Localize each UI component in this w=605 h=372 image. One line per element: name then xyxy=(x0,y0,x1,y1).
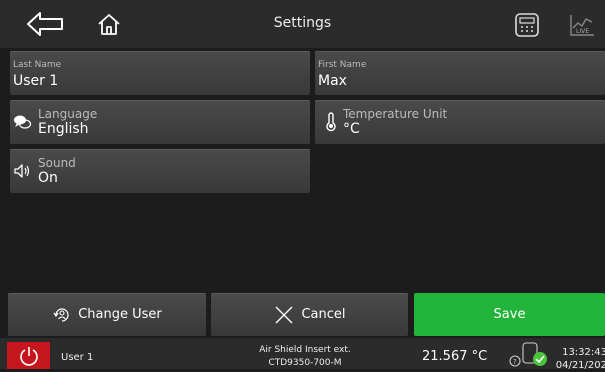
language-value: English xyxy=(38,121,89,137)
svg-text:?: ? xyxy=(513,358,517,366)
power-button[interactable] xyxy=(7,342,50,369)
thermometer-icon xyxy=(326,112,336,132)
date: 04/21/202 xyxy=(555,360,605,371)
device-name: Air Shield Insert ext. xyxy=(259,345,351,355)
calculator-icon[interactable] xyxy=(514,12,540,38)
device-info: Air Shield Insert ext. CTD9350-700-M xyxy=(230,344,380,370)
temperature-unit-label: Temperature Unit xyxy=(343,107,448,121)
change-user-label: Change User xyxy=(78,307,162,322)
device-model: CTD9350-700-M xyxy=(268,358,342,368)
top-bar: Settings LIVE xyxy=(0,0,605,48)
live-chart-icon[interactable]: LIVE xyxy=(568,12,596,38)
language-label: Language xyxy=(38,107,98,121)
change-user-button[interactable]: Change User xyxy=(8,293,206,336)
power-icon xyxy=(20,347,38,366)
sound-value: On xyxy=(38,170,58,186)
last-name-label: Last Name xyxy=(13,60,62,70)
temperature-readout: 21.567 °C xyxy=(422,349,488,364)
first-name-value: Max xyxy=(318,73,347,89)
temperature-unit-field[interactable]: Temperature Unit °C xyxy=(315,100,605,144)
save-label: Save xyxy=(493,307,526,322)
device-status-icon: ? xyxy=(509,342,547,367)
first-name-label: First Name xyxy=(318,60,367,70)
current-user: User 1 xyxy=(61,352,94,363)
last-name-value: User 1 xyxy=(13,73,59,89)
language-field[interactable]: Language English xyxy=(10,100,310,144)
language-icon xyxy=(14,115,32,129)
cancel-button[interactable]: Cancel xyxy=(211,293,408,336)
temperature-unit-value: °C xyxy=(343,121,360,137)
sound-field[interactable]: Sound On xyxy=(10,149,310,193)
save-button[interactable]: Save xyxy=(414,293,605,336)
last-name-field[interactable]: Last Name User 1 xyxy=(10,51,310,95)
sound-label: Sound xyxy=(38,156,76,170)
first-name-field[interactable]: First Name Max xyxy=(315,51,605,95)
change-user-icon xyxy=(53,307,69,322)
speaker-icon xyxy=(14,164,30,178)
live-label: LIVE xyxy=(576,28,589,35)
time: 13:32:43 xyxy=(562,347,605,358)
cancel-label: Cancel xyxy=(301,307,346,322)
close-icon xyxy=(275,306,293,323)
clock: 13:32:43 04/21/202 xyxy=(555,346,605,372)
